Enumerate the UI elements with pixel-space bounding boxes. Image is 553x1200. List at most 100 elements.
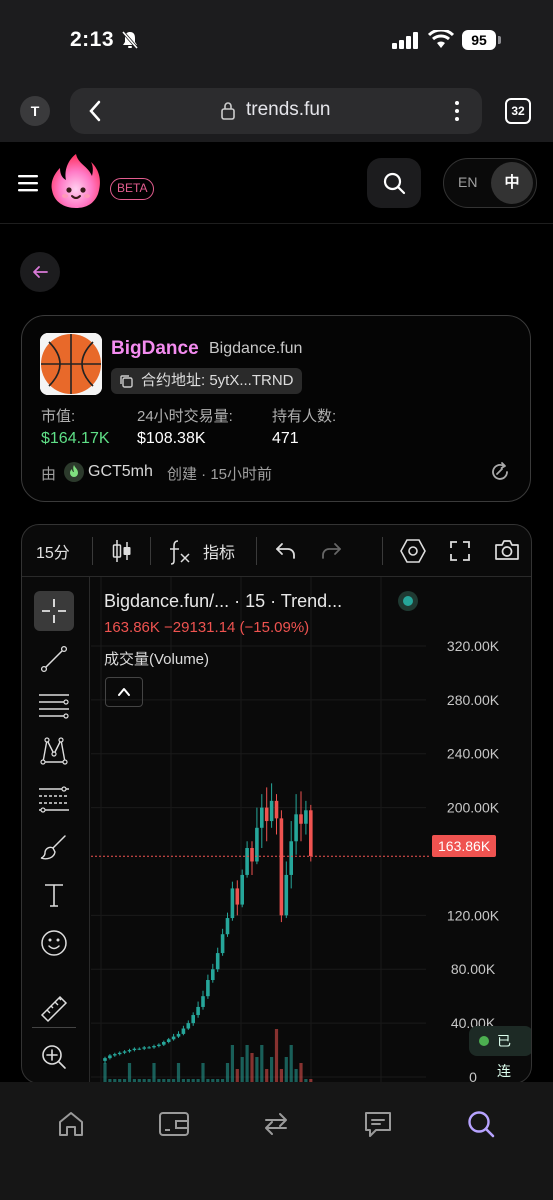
emoji-tool[interactable] — [34, 923, 74, 963]
nav-home[interactable] — [51, 1104, 91, 1144]
candle-body — [142, 1047, 146, 1049]
url-bar[interactable]: trends.fun — [70, 88, 482, 134]
status-bar: 2:13 95 — [0, 0, 553, 80]
candle-body — [191, 1015, 195, 1024]
drawing-tools — [22, 577, 90, 1083]
swap-icon — [265, 1113, 287, 1135]
live-status-dot — [398, 591, 418, 611]
home-icon — [59, 1112, 83, 1136]
horizontal-lines-tool[interactable] — [34, 685, 74, 725]
volume-value: $108.38K — [137, 430, 206, 447]
horizontal-lines-icon — [39, 694, 69, 719]
settings-hexagon-icon[interactable] — [399, 538, 427, 564]
y-tick-label: 200.00K — [447, 800, 500, 816]
zoom-tool[interactable] — [34, 1037, 74, 1077]
candle-body — [304, 810, 308, 824]
y-tick-label: 80.00K — [451, 961, 496, 977]
candle-body — [289, 841, 293, 875]
fullscreen-icon[interactable] — [449, 540, 471, 562]
candle-body — [260, 807, 264, 828]
pattern-tool[interactable] — [34, 731, 74, 771]
profile-avatar[interactable]: T — [20, 96, 50, 126]
undo-icon[interactable] — [274, 541, 296, 561]
chart-panel: 15分 指标 320.00K 280.00K 240.00K 200.00K 1… — [21, 524, 532, 1084]
redo-icon[interactable] — [321, 541, 343, 561]
token-image — [40, 333, 102, 395]
more-vertical-icon[interactable] — [452, 100, 462, 122]
volume-bar — [299, 1063, 303, 1083]
search-icon — [383, 172, 406, 195]
tabs-button[interactable]: 32 — [505, 98, 531, 124]
candle-body — [299, 814, 303, 824]
connection-status-badge: 已连接 — [469, 1026, 531, 1079]
url-text[interactable]: trends.fun — [246, 99, 331, 121]
volume-bar — [289, 1045, 293, 1083]
menu-icon[interactable] — [18, 174, 40, 192]
trendline-tool[interactable] — [34, 639, 74, 679]
y-tick-label: 320.00K — [447, 638, 500, 654]
interval-selector[interactable]: 15分 — [36, 539, 70, 563]
candle-type-icon[interactable] — [111, 538, 133, 564]
toolbar-separator — [382, 537, 383, 565]
brush-tool[interactable] — [34, 827, 74, 867]
toolbar-separator — [92, 537, 93, 565]
token-info-card: BigDance Bigdance.fun 合约地址: 5ytX...TRND … — [21, 315, 531, 502]
fire-logo-icon[interactable] — [48, 152, 104, 210]
text-tool[interactable] — [34, 875, 74, 915]
candle-body — [113, 1054, 117, 1056]
creator-meta: 创建 · 15小时前 — [167, 466, 273, 483]
candle-body — [206, 980, 210, 997]
lang-zh-option[interactable]: 中 — [491, 162, 533, 204]
candle-body — [152, 1046, 156, 1048]
search-button[interactable] — [367, 158, 421, 208]
nav-messages[interactable] — [358, 1104, 398, 1144]
volume-legend: 成交量(Volume) — [104, 651, 210, 668]
basketball-icon — [40, 333, 102, 395]
volume-bar — [270, 1057, 274, 1083]
wifi-icon — [428, 30, 454, 48]
candle-body — [127, 1050, 132, 1052]
candle-body — [235, 888, 240, 905]
lang-en-option[interactable]: EN — [458, 174, 477, 190]
candle-body — [137, 1048, 142, 1050]
refresh-icon[interactable] — [489, 461, 511, 483]
candle-body — [186, 1023, 191, 1029]
contract-address-button[interactable]: 合约地址: 5ytX...TRND — [111, 368, 302, 394]
candle-body — [269, 800, 274, 822]
creator-avatar — [64, 462, 84, 482]
candle-body — [211, 969, 215, 981]
brush-icon — [40, 835, 66, 860]
candle-body — [166, 1039, 171, 1042]
candle-body — [162, 1041, 166, 1045]
price-chart[interactable]: 320.00K 280.00K 240.00K 200.00K 120.00K 80.00… — [91, 577, 531, 1083]
fx-icon[interactable] — [168, 539, 192, 565]
camera-icon[interactable] — [493, 538, 521, 562]
crosshair-tool[interactable] — [34, 591, 74, 631]
candle-body — [240, 874, 244, 905]
creator-prefix: 由 — [41, 466, 57, 483]
ruler-tool[interactable] — [34, 989, 74, 1029]
language-toggle[interactable]: EN 中 — [443, 158, 537, 208]
indicators-button[interactable]: 指标 — [203, 539, 235, 563]
crosshair-icon — [42, 599, 66, 623]
collapse-legend-button[interactable] — [105, 677, 143, 707]
token-name[interactable]: BigDance — [111, 338, 199, 360]
candle-body — [250, 848, 254, 862]
chart-toolbar: 15分 指标 — [22, 525, 531, 577]
volume-bar — [225, 1063, 230, 1083]
nav-wallet[interactable] — [154, 1104, 194, 1144]
candle-body — [294, 814, 298, 842]
battery-nub — [498, 36, 501, 44]
token-site[interactable]: Bigdance.fun — [209, 340, 302, 358]
chat-icon — [365, 1112, 391, 1137]
back-chevron-icon[interactable] — [88, 100, 102, 122]
nav-search[interactable] — [461, 1104, 501, 1144]
y-tick-label: 120.00K — [447, 907, 500, 923]
trendline-icon — [40, 645, 68, 673]
creator-name[interactable]: GCT5mh — [88, 463, 153, 481]
nav-swap[interactable] — [256, 1104, 296, 1144]
fib-tool[interactable] — [34, 779, 74, 819]
fibonacci-icon — [39, 786, 69, 813]
volume-label: 24小时交易量: — [137, 408, 233, 425]
back-button[interactable] — [20, 252, 60, 292]
